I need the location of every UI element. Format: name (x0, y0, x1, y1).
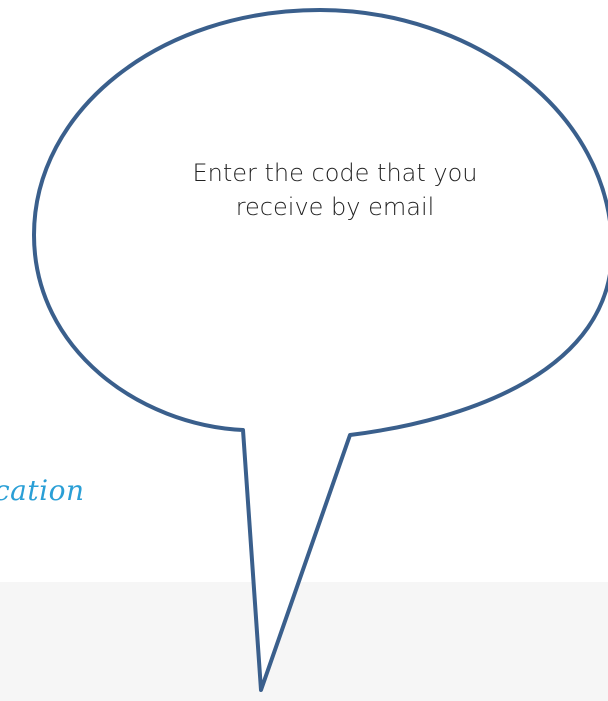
callout-text-line-1: Enter the code that you (192, 159, 478, 187)
speech-bubble-shape (32, 8, 608, 692)
speech-bubble-callout (32, 8, 608, 692)
callout-text-line-2: receive by email (235, 193, 435, 221)
callout-text: Enter the code that you receive by email (130, 156, 540, 224)
